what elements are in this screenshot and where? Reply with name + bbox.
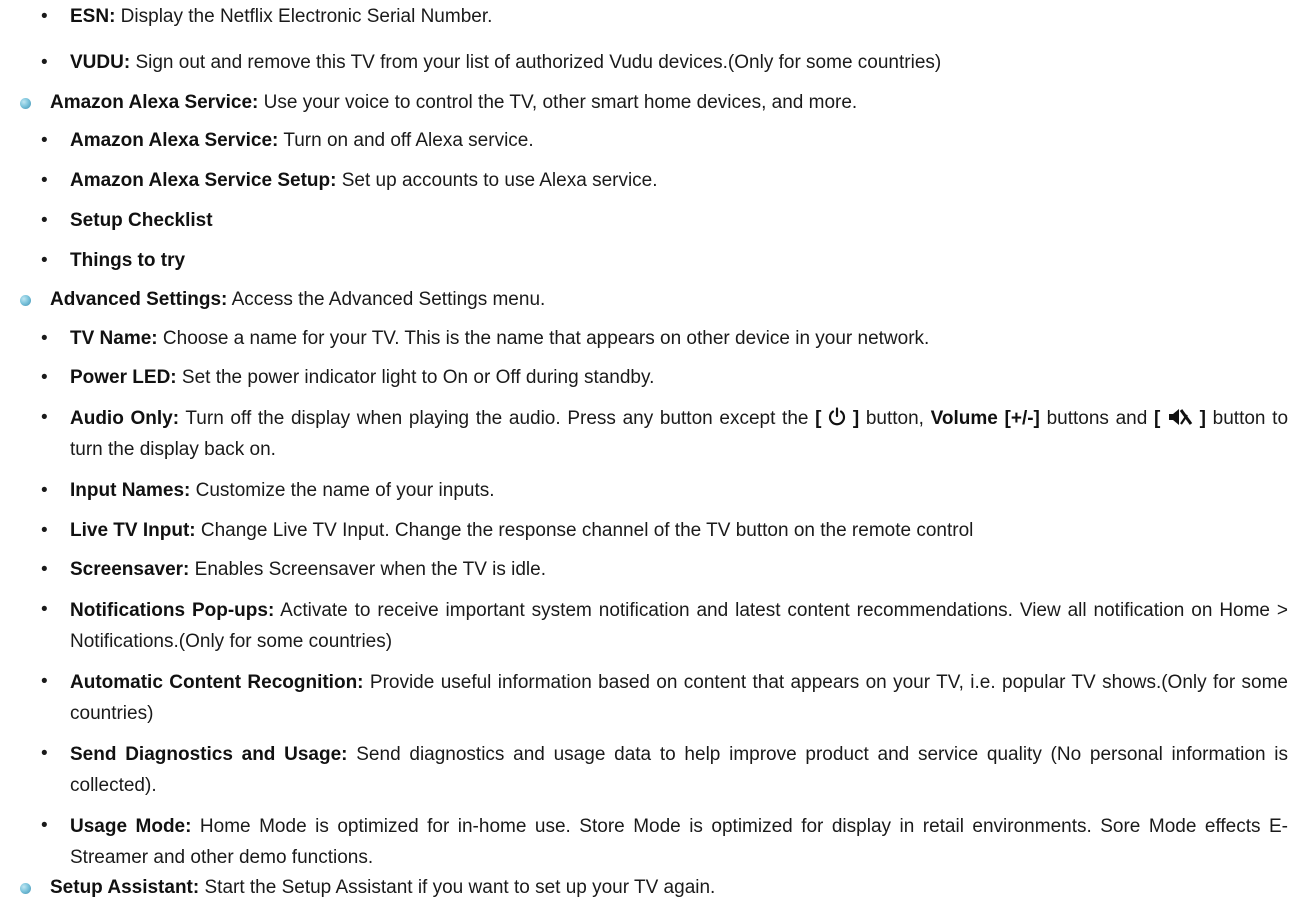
mute-icon: [1168, 409, 1193, 425]
bullet: •: [41, 743, 48, 764]
item-term: Automatic Content Recognition:: [70, 672, 364, 693]
bullet: •: [41, 520, 48, 541]
item-desc: Display the Netflix Electronic Serial Nu…: [115, 6, 493, 27]
bullet: •: [41, 130, 48, 151]
item-term: Setup Checklist: [70, 210, 213, 231]
section-term: Amazon Alexa Service:: [50, 92, 259, 113]
volume-button-ref: Volume [+/-]: [930, 408, 1040, 429]
item-desc: Customize the name of your inputs.: [190, 480, 495, 501]
item-term: Power LED:: [70, 367, 177, 388]
section-term: Advanced Settings:: [50, 289, 228, 310]
bullet: •: [41, 170, 48, 191]
item-term: Amazon Alexa Service:: [70, 130, 279, 151]
item-term: Live TV Input:: [70, 520, 196, 541]
item-desc: Sign out and remove this TV from your li…: [130, 52, 942, 73]
item-desc: Turn off the display when playing the au…: [179, 408, 816, 429]
bullet: •: [41, 52, 48, 73]
bullet: •: [41, 6, 48, 27]
item-desc: Enables Screensaver when the TV is idle.: [189, 559, 546, 580]
item-desc: Turn on and off Alexa service.: [278, 130, 534, 151]
power-icon: [829, 407, 846, 426]
bullet: •: [41, 559, 48, 580]
power-button-ref: [ ]: [815, 407, 860, 429]
section-dot-icon: [20, 883, 31, 894]
bullet: •: [41, 250, 48, 271]
item-term: Notifications Pop-ups:: [70, 600, 275, 621]
item-desc: Choose a name for your TV. This is the n…: [157, 328, 930, 349]
item-desc: Set up accounts to use Alexa service.: [336, 170, 658, 191]
bullet: •: [41, 671, 48, 692]
bullet: •: [41, 480, 48, 501]
item-desc: Home Mode is optimized for in-home use. …: [70, 816, 1288, 868]
item-term: TV Name:: [70, 328, 158, 349]
bullet: •: [41, 367, 48, 388]
bullet: •: [41, 599, 48, 620]
bullet: •: [41, 407, 48, 428]
item-term: VUDU:: [70, 52, 131, 73]
section-term: Setup Assistant:: [50, 877, 200, 898]
item-term: Input Names:: [70, 480, 191, 501]
item-term: ESN:: [70, 6, 116, 27]
section-dot-icon: [20, 98, 31, 109]
item-desc: Set the power indicator light to On or O…: [176, 367, 655, 388]
item-term: Usage Mode:: [70, 816, 192, 837]
section-desc: Access the Advanced Settings menu.: [227, 289, 546, 310]
item-term: Things to try: [70, 250, 186, 271]
item-term: Amazon Alexa Service Setup:: [70, 170, 337, 191]
bullet: •: [41, 815, 48, 836]
section-desc: Use your voice to control the TV, other …: [258, 92, 858, 113]
item-term: Audio Only:: [70, 408, 180, 429]
item-desc: Change Live TV Input. Change the respons…: [195, 520, 974, 541]
item-term: Send Diagnostics and Usage:: [70, 744, 348, 765]
section-dot-icon: [20, 295, 31, 306]
mute-button-ref: [ ]: [1153, 408, 1206, 429]
section-desc: Start the Setup Assistant if you want to…: [199, 877, 716, 898]
bullet: •: [41, 328, 48, 349]
item-term: Screensaver:: [70, 559, 190, 580]
bullet: •: [41, 210, 48, 231]
